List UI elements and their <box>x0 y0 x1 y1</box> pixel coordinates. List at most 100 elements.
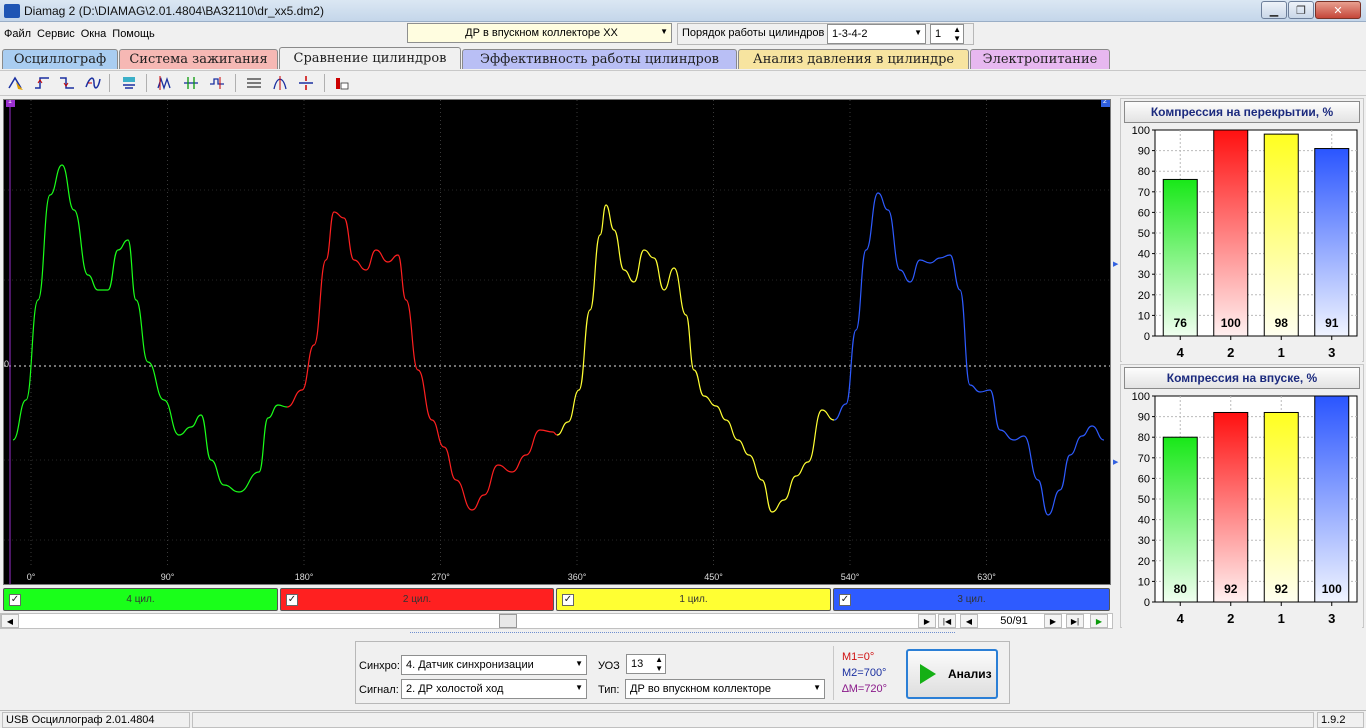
first-frame-icon[interactable]: |◀ <box>938 614 956 628</box>
cylinder-toggle-2[interactable]: ✓ 2 цил. <box>280 588 554 611</box>
next-frame-icon[interactable]: ▶ <box>1044 614 1062 628</box>
x-tick-label: 3 <box>1328 611 1335 626</box>
cylinder-toggle-1[interactable]: ✓ 1 цил. <box>556 588 831 611</box>
auto-trigger-icon[interactable] <box>83 73 103 93</box>
waveform-cyl-1 <box>556 204 835 513</box>
prev-frame-icon[interactable]: ◀ <box>960 614 978 628</box>
cylinder-value: 1 <box>935 28 942 40</box>
x-tick-label: 2 <box>1227 611 1234 626</box>
spin-arrows-icon[interactable]: ▲ ▼ <box>655 655 663 673</box>
tab-bar: Осциллограф Система зажигания Сравнение … <box>0 47 1366 69</box>
analyze-button[interactable]: Анализ <box>906 649 998 699</box>
channel-settings-icon[interactable] <box>119 73 139 93</box>
cursor-tool-icon[interactable] <box>6 73 26 93</box>
toolbar <box>0 70 1366 96</box>
tab-pressure-analysis[interactable]: Анализ давления в цилиндре <box>738 49 969 69</box>
chevron-down-icon: ▼ <box>813 683 821 692</box>
bar-value-label: 92 <box>1275 582 1289 596</box>
scroll-right-icon[interactable]: ▶ <box>918 614 936 628</box>
tab-ignition[interactable]: Система зажигания <box>119 49 278 69</box>
y-tick-label: 50 <box>1138 494 1150 506</box>
y-tick-label: 100 <box>1132 391 1150 403</box>
menu-file[interactable]: Файл <box>4 28 31 40</box>
rising-edge-icon[interactable] <box>32 73 52 93</box>
marker-delta-icon[interactable] <box>207 73 227 93</box>
y-tick-label: 40 <box>1138 515 1150 527</box>
checkbox-icon[interactable]: ✓ <box>9 594 21 606</box>
firing-order-value: 1-3-4-2 <box>832 28 868 40</box>
y-tick-label: 90 <box>1138 146 1150 158</box>
y-tick-label: 80 <box>1138 432 1150 444</box>
spin-arrows-icon[interactable]: ▲ ▼ <box>953 25 961 43</box>
tab-power-supply[interactable]: Электропитание <box>970 49 1110 69</box>
marker-1-readout: M1=0° <box>842 651 875 663</box>
x-tick-label: 4 <box>1177 611 1185 626</box>
bar-report-icon[interactable] <box>332 73 352 93</box>
menu-service[interactable]: Сервис <box>37 28 75 40</box>
checkbox-icon[interactable]: ✓ <box>286 594 298 606</box>
checkbox-icon[interactable]: ✓ <box>839 594 851 606</box>
intake-compression-title: Компрессия на впуске, % <box>1124 367 1360 389</box>
cylinder-stepper[interactable]: 1 ▲ ▼ <box>930 24 964 44</box>
bar-value-label: 80 <box>1174 582 1188 596</box>
marker-2-label: 2 <box>1103 99 1107 105</box>
version-label: 1.9.2 <box>1317 712 1364 728</box>
chevron-down-icon: ▼ <box>575 683 583 692</box>
y-tick-label: 0 <box>1144 331 1150 343</box>
cylinder-toggle-4[interactable]: ✓ 4 цил. <box>3 588 278 611</box>
scope-x-ticks: 0° 90° 180° 270° 360° 450° 540° 630° <box>27 572 997 582</box>
analyze-label: Анализ <box>948 667 992 681</box>
type-select[interactable]: ДР во впускном коллекторе ▼ <box>625 679 825 699</box>
signal-type-select[interactable]: ДР в впускном коллекторе ХХ ▼ <box>407 23 672 43</box>
marker-move-icon[interactable] <box>181 73 201 93</box>
last-frame-icon[interactable]: ▶| <box>1066 614 1084 628</box>
minimize-button[interactable]: ▁ <box>1261 1 1287 19</box>
grid-lines-icon[interactable] <box>244 73 264 93</box>
panel-splitter[interactable] <box>410 632 955 638</box>
play-icon[interactable]: ▶ <box>1090 614 1108 628</box>
x-tick-label: 1 <box>1278 611 1285 626</box>
sync-select[interactable]: 4. Датчик синхронизации ▼ <box>401 655 587 675</box>
signal-select[interactable]: 2. ДР холостой ход ▼ <box>401 679 587 699</box>
falling-edge-icon[interactable] <box>57 73 77 93</box>
close-button[interactable]: ✕ <box>1315 1 1361 19</box>
cylinder-toggle-3[interactable]: ✓ 3 цил. <box>833 588 1110 611</box>
vertical-zoom-icon[interactable] <box>270 73 290 93</box>
type-label: Тип: <box>598 684 620 696</box>
tab-cylinder-compare[interactable]: Сравнение цилиндров <box>279 47 461 69</box>
side-expand-icon[interactable]: ▶ <box>1113 260 1119 268</box>
tab-cylinder-efficiency[interactable]: Эффективность работы цилиндров <box>462 49 737 69</box>
type-value: ДР во впускном коллекторе <box>630 683 772 695</box>
frame-scrollbar[interactable]: ◀ ▶ |◀ ◀ 50/91 ▶ ▶| ▶ <box>0 613 1113 629</box>
checkbox-icon[interactable]: ✓ <box>562 594 574 606</box>
y-tick-label: 0 <box>1144 597 1150 609</box>
bar-value-label: 92 <box>1224 582 1238 596</box>
marker-add-icon[interactable] <box>155 73 175 93</box>
firing-order-select[interactable]: 1-3-4-2 ▼ <box>827 24 926 44</box>
signal-type-value: ДР в впускном коллекторе ХХ <box>465 27 618 39</box>
side-expand-icon[interactable]: ▶ <box>1113 458 1119 466</box>
menu-bar: Файл Сервис Окна Помощь <box>0 22 400 46</box>
cylinder-label: 1 цил. <box>679 594 708 605</box>
scope-grid <box>4 100 1110 566</box>
tab-oscilloscope[interactable]: Осциллограф <box>2 49 118 69</box>
y-tick-label: 40 <box>1138 249 1150 261</box>
cylinder-label: 3 цил. <box>957 594 986 605</box>
waveform-cyl-2 <box>286 211 558 511</box>
menu-help[interactable]: Помощь <box>112 28 155 40</box>
oscilloscope-plot[interactable]: 0° 90° 180° 270° 360° 450° 540° 630° 1 2 0 <box>3 99 1111 585</box>
chevron-down-icon: ▼ <box>575 659 583 668</box>
cylinder-label: 4 цил. <box>126 594 155 605</box>
menu-windows[interactable]: Окна <box>81 28 107 40</box>
uoz-stepper[interactable]: 13 ▲ ▼ <box>626 654 666 674</box>
restore-button[interactable]: ❐ <box>1288 1 1314 19</box>
y-tick-label: 100 <box>1132 125 1150 137</box>
x-tick-label: 3 <box>1328 345 1335 360</box>
split-view-icon[interactable] <box>296 73 316 93</box>
bar-cyl-2 <box>1213 411 1249 603</box>
divider <box>833 646 834 700</box>
status-message <box>192 712 1314 728</box>
y-tick-label: 10 <box>1138 576 1150 588</box>
scroll-left-icon[interactable]: ◀ <box>1 614 19 628</box>
scroll-thumb[interactable] <box>499 614 517 628</box>
